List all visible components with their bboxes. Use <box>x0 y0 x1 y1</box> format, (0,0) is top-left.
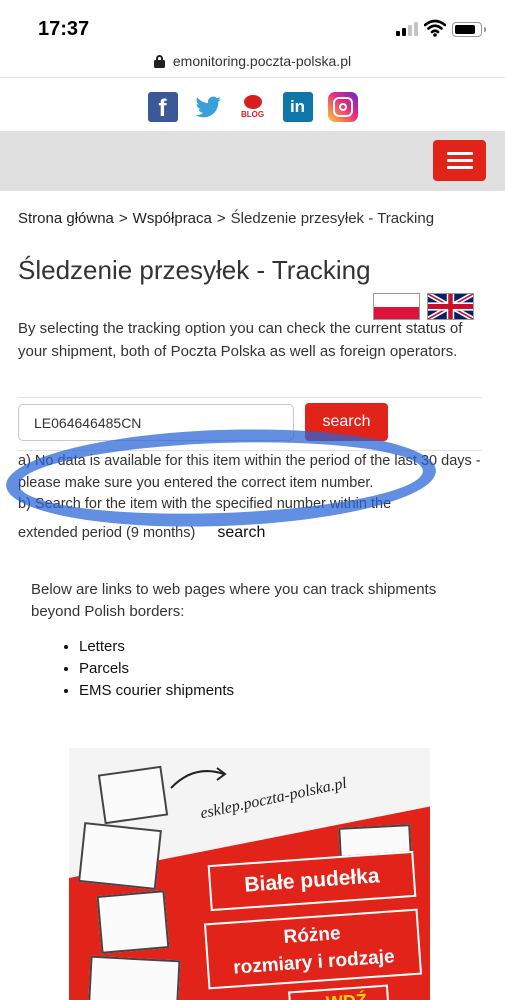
social-links: f BLOG in <box>0 92 505 126</box>
address-bar[interactable]: emonitoring.poczta-polska.pl <box>0 50 505 78</box>
extended-period-text: extended period (9 months) <box>18 525 196 541</box>
search-button[interactable]: search <box>305 403 388 441</box>
status-bar: 17:37 <box>0 0 505 50</box>
extended-search-row: extended period (9 months) search <box>18 524 265 542</box>
no-data-message: a) No data is available for this item wi… <box>18 453 481 491</box>
uk-flag-icon[interactable] <box>427 293 474 320</box>
tracking-number-input[interactable] <box>18 404 294 441</box>
link-letters[interactable]: Letters <box>79 636 234 658</box>
facebook-icon[interactable]: f <box>147 92 178 122</box>
banner-cta[interactable]: ...WDŹ <box>288 984 390 1000</box>
intro-text: By selecting the tracking option you can… <box>18 320 463 360</box>
banner-headline: Białe pudełka <box>207 850 417 912</box>
wifi-icon <box>424 19 446 37</box>
status-time: 17:37 <box>38 18 90 40</box>
instagram-icon[interactable] <box>327 92 358 122</box>
url-text[interactable]: emonitoring.poczta-polska.pl <box>173 53 351 69</box>
breadcrumb-cooperation[interactable]: Współpraca <box>133 210 212 227</box>
navigation-bar <box>0 131 505 191</box>
linkedin-icon[interactable]: in <box>282 92 313 122</box>
link-parcels[interactable]: Parcels <box>79 658 234 680</box>
banner-subheadline: Różne rozmiary i rodzaje <box>203 908 423 990</box>
battery-icon <box>452 22 486 37</box>
foreign-links-intro: Below are links to web pages where you c… <box>31 581 437 620</box>
polish-flag-icon[interactable] <box>373 293 420 320</box>
breadcrumb-current: Śledzenie przesyłek - Tracking <box>230 210 435 227</box>
blog-icon[interactable]: BLOG <box>238 92 268 122</box>
page-title: Śledzenie przesyłek - Tracking <box>18 255 371 285</box>
link-ems[interactable]: EMS courier shipments <box>79 680 234 702</box>
divider <box>18 397 482 398</box>
signal-icon <box>396 22 418 36</box>
hamburger-menu-button[interactable] <box>433 140 486 181</box>
foreign-links-list: Letters Parcels EMS courier shipments <box>60 636 234 702</box>
breadcrumb-home[interactable]: Strona główna <box>18 210 114 227</box>
arrow-icon <box>170 767 227 789</box>
shop-banner[interactable]: esklep.poczta-polska.pl Białe pudełka Ró… <box>69 748 430 1000</box>
breadcrumb: Strona główna > Współpraca > Śledzenie przes… <box>18 210 435 227</box>
extended-search-message: b) Search for the item with the specifie… <box>18 496 392 512</box>
twitter-icon[interactable] <box>193 92 223 122</box>
lock-icon <box>153 54 165 68</box>
extended-search-link[interactable]: search <box>217 524 265 541</box>
